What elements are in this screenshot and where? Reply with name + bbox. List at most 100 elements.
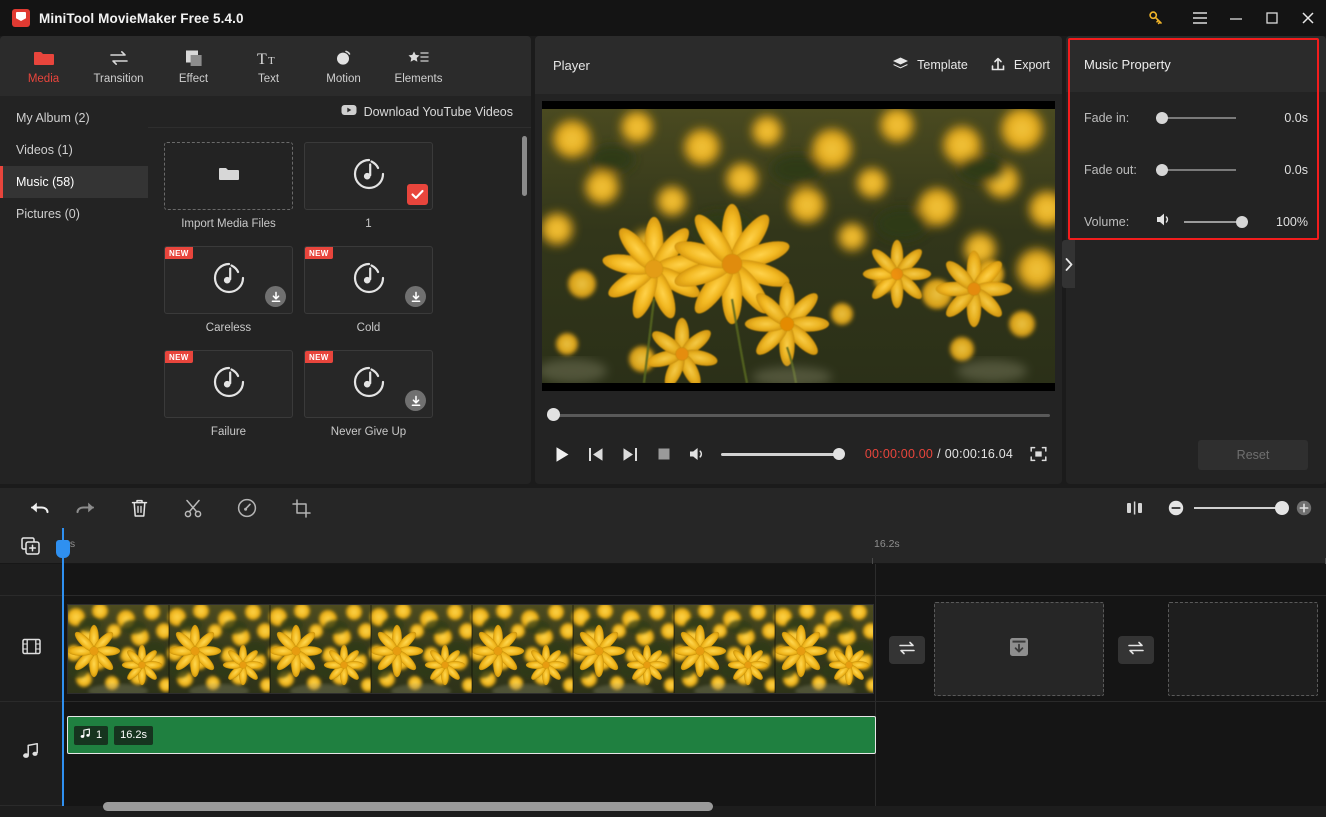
download-youtube-videos-button[interactable]: Download YouTube Videos bbox=[341, 104, 513, 119]
transition-slot-2[interactable] bbox=[1118, 636, 1154, 664]
playhead-handle[interactable] bbox=[56, 540, 70, 558]
volume-slider[interactable] bbox=[1184, 216, 1248, 228]
player-volume-handle[interactable] bbox=[833, 448, 845, 460]
music-note-circle-icon bbox=[207, 360, 251, 409]
reset-button[interactable]: Reset bbox=[1198, 440, 1308, 470]
template-button[interactable]: Template bbox=[892, 56, 968, 75]
download-icon[interactable] bbox=[405, 286, 426, 307]
split-button[interactable] bbox=[170, 488, 216, 528]
tab-effect[interactable]: Effect bbox=[156, 38, 231, 94]
fade-out-handle[interactable] bbox=[1156, 164, 1168, 176]
download-icon[interactable] bbox=[405, 390, 426, 411]
maximize-button[interactable] bbox=[1254, 0, 1290, 36]
timeline-zoom-slider[interactable] bbox=[1194, 501, 1289, 515]
download-icon[interactable] bbox=[265, 286, 286, 307]
media-item-label: 1 bbox=[365, 218, 372, 230]
media-grid: Import Media Files 1 NEW Careless NEW Co… bbox=[148, 128, 531, 484]
seek-bar[interactable] bbox=[547, 408, 1050, 422]
seek-handle[interactable] bbox=[547, 408, 560, 421]
transition-slot-1[interactable] bbox=[889, 636, 925, 664]
play-button[interactable] bbox=[545, 437, 579, 471]
sidebar-item-videos[interactable]: Videos (1) bbox=[0, 134, 148, 166]
import-thumb[interactable] bbox=[164, 142, 293, 210]
media-browser: Download YouTube Videos Import Media Fil… bbox=[148, 96, 531, 484]
text-track-row[interactable] bbox=[62, 564, 1326, 596]
fade-out-slider[interactable] bbox=[1156, 164, 1236, 176]
video-stage[interactable] bbox=[542, 101, 1055, 391]
timeline-horizontal-scrollbar[interactable] bbox=[103, 802, 713, 811]
media-drop-placeholder[interactable] bbox=[934, 602, 1104, 696]
music-thumb[interactable] bbox=[304, 142, 433, 210]
export-button[interactable]: Export bbox=[990, 56, 1050, 75]
hamburger-menu-icon[interactable] bbox=[1182, 0, 1218, 36]
media-item-failure[interactable]: NEW Failure bbox=[164, 350, 293, 438]
collapse-panel-button[interactable] bbox=[1062, 240, 1075, 288]
music-thumb[interactable]: NEW bbox=[164, 350, 293, 418]
previous-frame-button[interactable] bbox=[579, 437, 613, 471]
audio-clip-index-chip: 1 bbox=[74, 725, 109, 745]
time-separator: / bbox=[937, 447, 941, 461]
tab-media[interactable]: Media bbox=[6, 38, 81, 94]
timeline-ruler[interactable]: 0s 16.2s bbox=[0, 528, 1326, 564]
volume-handle[interactable] bbox=[1236, 216, 1248, 228]
track-header-audio[interactable] bbox=[0, 702, 62, 806]
key-icon[interactable] bbox=[1138, 0, 1174, 36]
crop-button[interactable] bbox=[278, 488, 324, 528]
sidebar-item-my-album[interactable]: My Album (2) bbox=[0, 102, 148, 134]
zoom-handle[interactable] bbox=[1275, 501, 1289, 515]
media-item-import[interactable]: Import Media Files bbox=[164, 142, 293, 230]
music-note-circle-icon bbox=[347, 256, 391, 305]
speed-button[interactable] bbox=[224, 488, 270, 528]
fade-in-slider[interactable] bbox=[1156, 112, 1236, 124]
fit-timeline-button[interactable] bbox=[1112, 488, 1158, 528]
empty-placeholder[interactable] bbox=[1168, 602, 1318, 696]
track-header-text[interactable] bbox=[0, 564, 62, 596]
add-track-button[interactable] bbox=[20, 536, 44, 558]
tab-elements[interactable]: Elements bbox=[381, 38, 456, 94]
audio-track-row[interactable]: 1 16.2s bbox=[62, 702, 1326, 806]
media-item-cold[interactable]: NEW Cold bbox=[304, 246, 433, 334]
stop-button[interactable] bbox=[647, 437, 681, 471]
next-frame-button[interactable] bbox=[613, 437, 647, 471]
music-thumb[interactable]: NEW bbox=[304, 350, 433, 418]
redo-button[interactable] bbox=[62, 488, 108, 528]
tab-transition[interactable]: Transition bbox=[81, 38, 156, 94]
folder-icon bbox=[217, 164, 241, 189]
player-header-actions: Template Export bbox=[892, 56, 1050, 75]
tab-text[interactable]: TT Text bbox=[231, 38, 306, 94]
tab-media-label: Media bbox=[27, 73, 60, 85]
media-item-careless[interactable]: NEW Careless bbox=[164, 246, 293, 334]
tab-motion[interactable]: Motion bbox=[306, 38, 381, 94]
media-item-never-give-up[interactable]: NEW Never Give Up bbox=[304, 350, 433, 438]
undo-button[interactable] bbox=[16, 488, 62, 528]
video-clip[interactable] bbox=[67, 604, 874, 694]
media-category-list: My Album (2) Videos (1) Music (58) Pictu… bbox=[0, 96, 148, 484]
media-scrollbar[interactable] bbox=[522, 136, 527, 196]
music-thumb[interactable]: NEW bbox=[164, 246, 293, 314]
zoom-in-button[interactable] bbox=[1296, 500, 1312, 516]
total-time: 00:00:16.04 bbox=[944, 447, 1013, 461]
video-preview-image bbox=[542, 109, 1055, 383]
zoom-out-button[interactable] bbox=[1168, 500, 1184, 516]
delete-button[interactable] bbox=[116, 488, 162, 528]
audio-clip[interactable]: 1 16.2s bbox=[67, 716, 876, 754]
sidebar-item-pictures[interactable]: Pictures (0) bbox=[0, 198, 148, 230]
tool-tab-bar: Media Transition Effect TT Text Motion E… bbox=[0, 36, 531, 96]
fade-in-handle[interactable] bbox=[1156, 112, 1168, 124]
music-thumb[interactable]: NEW bbox=[304, 246, 433, 314]
speaker-icon[interactable] bbox=[1156, 212, 1174, 232]
volume-icon[interactable] bbox=[681, 437, 715, 471]
seek-track[interactable] bbox=[547, 414, 1050, 417]
player-volume-slider[interactable] bbox=[721, 448, 845, 460]
track-header-video[interactable] bbox=[0, 596, 62, 702]
svg-text:T: T bbox=[268, 55, 275, 67]
player-header: Player Template Export bbox=[535, 36, 1062, 94]
fullscreen-button[interactable] bbox=[1023, 439, 1053, 469]
current-time: 00:00:00.00 bbox=[864, 447, 934, 461]
close-button[interactable] bbox=[1290, 0, 1326, 36]
sidebar-item-music[interactable]: Music (58) bbox=[0, 166, 148, 198]
minimize-button[interactable] bbox=[1218, 0, 1254, 36]
media-item-1[interactable]: 1 bbox=[304, 142, 433, 230]
video-track-row[interactable] bbox=[62, 596, 1326, 702]
playhead[interactable] bbox=[56, 528, 70, 806]
